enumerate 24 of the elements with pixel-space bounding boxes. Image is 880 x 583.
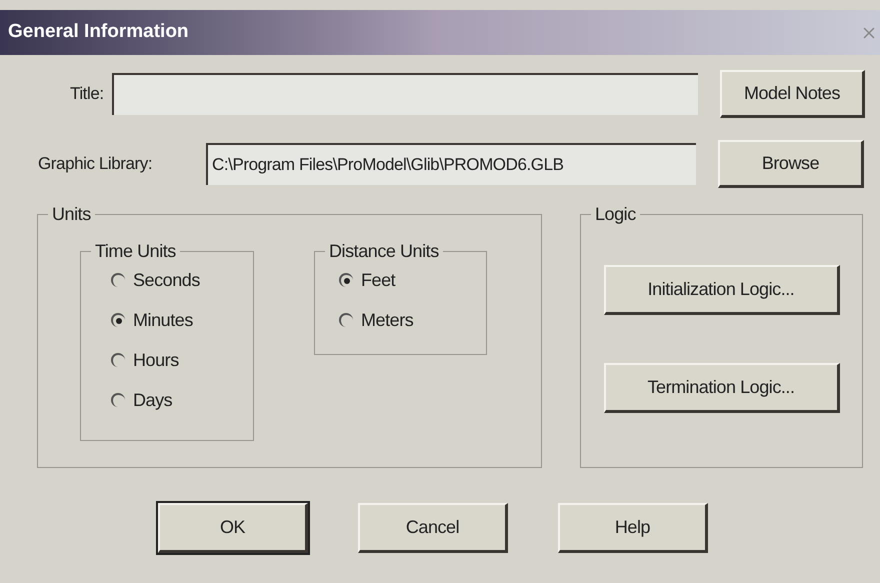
radio-label: Feet — [361, 268, 396, 292]
radio-button[interactable] — [111, 353, 125, 367]
radio-label: Meters — [361, 308, 414, 332]
radio-button[interactable] — [111, 313, 125, 327]
logic-button[interactable]: Initialization Logic... — [604, 265, 840, 315]
field-label: Graphic Library: — [38, 153, 154, 176]
radio-label: Minutes — [133, 308, 193, 332]
browse-button[interactable]: Browse — [718, 140, 864, 188]
dialog-button[interactable]: OK — [158, 503, 308, 553]
radio-button[interactable] — [111, 393, 125, 407]
window-title: General Information — [8, 20, 189, 44]
field-label: Title: — [70, 83, 105, 106]
model-notes-button[interactable]: Model Notes — [720, 70, 865, 118]
title-input[interactable] — [112, 73, 698, 115]
radio-label: Hours — [133, 348, 179, 372]
radio-label: Days — [133, 388, 172, 412]
radio-button[interactable] — [339, 273, 353, 287]
graphic-library-input[interactable]: C:\Program Files\ProModel\Glib\PROMOD6.GLB — [206, 143, 696, 185]
radio-label: Seconds — [133, 268, 200, 292]
logic-button[interactable]: Termination Logic... — [604, 363, 840, 413]
radio-button[interactable] — [111, 273, 125, 287]
dialog-button[interactable]: Help — [558, 503, 708, 553]
dialog-button[interactable]: Cancel — [358, 503, 508, 553]
radio-button[interactable] — [339, 313, 353, 327]
